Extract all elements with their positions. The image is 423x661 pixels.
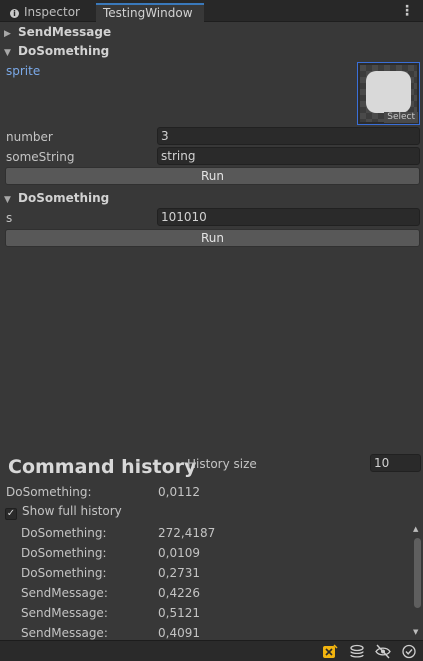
history-item: SendMessage: 0,4226 [0,583,412,603]
history-item-name: SendMessage: [21,606,108,620]
history-size-label: History size [187,457,257,471]
sprite-preview-image [366,71,411,113]
tab-inspector-label: Inspector [24,5,80,19]
history-item-name: SendMessage: [21,586,108,600]
chevron-down-icon: ▼ [4,195,11,205]
command-history-title: Command history [8,456,197,478]
history-item-value: 272,4187 [158,526,216,540]
show-full-history-toggle[interactable]: ✓ Show full history [5,502,122,520]
info-icon: i [10,9,19,18]
history-item-value: 0,5121 [158,606,200,620]
status-bar [0,640,423,661]
history-scrollbar[interactable]: ▲ ▼ [411,525,423,636]
sprite-select-button[interactable]: Select [384,112,418,123]
some-string-field[interactable]: string [157,147,420,165]
run-button-2[interactable]: Run [5,229,420,247]
sprite-label: sprite [6,64,41,78]
scrollbar-thumb[interactable] [414,538,421,608]
history-item-value: 0,4091 [158,626,200,640]
s-field[interactable]: 101010 [157,208,420,226]
chevron-down-icon: ▼ [4,48,11,58]
history-item-value: 0,2731 [158,566,200,580]
history-size-field[interactable]: 10 [370,454,421,472]
history-item-name: DoSomething: [21,526,107,540]
history-list: DoSomething: 272,4187 DoSomething: 0,010… [0,523,412,640]
foldout-do-something-title: DoSomething [18,44,110,58]
tab-inspector[interactable]: i Inspector [4,3,96,22]
number-label: number [6,130,53,144]
scroll-down-icon[interactable]: ▼ [413,628,418,636]
history-item: SendMessage: 0,5121 [0,603,412,623]
history-item: SendMessage: 0,4091 [0,623,412,640]
foldout-send-message-title: SendMessage [18,25,112,39]
history-item: DoSomething: 0,0109 [0,543,412,563]
show-full-history-checkbox[interactable]: ✓ [5,508,17,520]
debug-bug-icon[interactable] [322,644,338,659]
last-command-name: DoSomething: [6,485,92,499]
foldout-do-something-2-title: DoSomething [18,191,110,205]
history-item-value: 0,0109 [158,546,200,560]
foldout-do-something[interactable]: ▼ DoSomething [4,42,109,60]
scroll-up-icon[interactable]: ▲ [413,525,418,533]
run-button[interactable]: Run [5,167,420,185]
some-string-label: someString [6,150,75,164]
history-item-name: DoSomething: [21,566,107,580]
history-item-value: 0,4226 [158,586,200,600]
tab-bar: i Inspector TestingWindow ⋮ [0,0,423,22]
history-item-name: SendMessage: [21,626,108,640]
foldout-send-message[interactable]: ▶ SendMessage [4,23,111,41]
tab-testing-window-label: TestingWindow [103,6,193,20]
s-label: s [6,211,13,225]
layers-stack-icon[interactable] [349,644,365,659]
last-command-value: 0,0112 [158,485,200,499]
sprite-field[interactable]: Select [357,62,420,125]
tab-testing-window[interactable]: TestingWindow [96,3,204,22]
number-field[interactable]: 3 [157,127,420,145]
more-options-icon[interactable]: ⋮ [400,2,414,20]
hidden-eye-icon[interactable] [375,644,391,659]
check-circle-icon[interactable] [401,644,417,659]
chevron-right-icon: ▶ [4,29,11,39]
show-full-history-label: Show full history [22,504,122,518]
foldout-do-something-2[interactable]: ▼ DoSomething [4,189,109,207]
history-item-name: DoSomething: [21,546,107,560]
history-item: DoSomething: 272,4187 [0,523,412,543]
history-item: DoSomething: 0,2731 [0,563,412,583]
